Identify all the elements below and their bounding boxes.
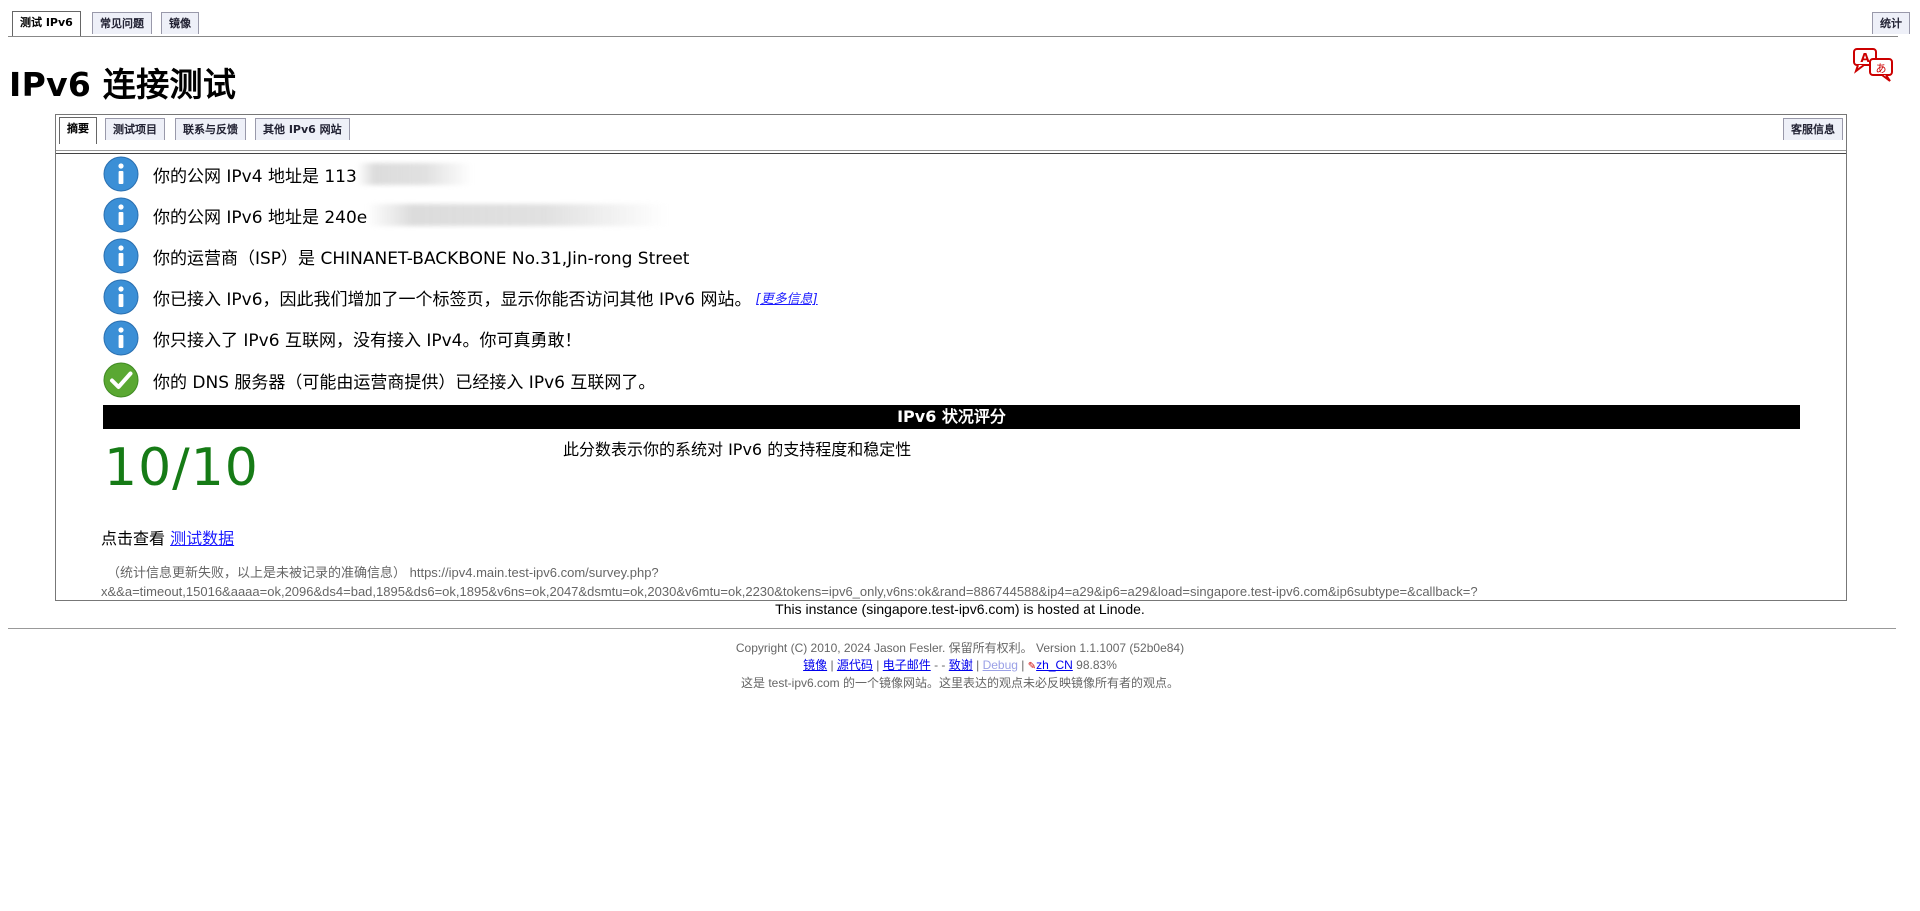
test-data-link[interactable]: 测试数据 [170,529,234,548]
tab-other-sites[interactable]: 其他 IPv6 网站 [255,118,350,140]
ipv6-address-message: 你的公网 IPv6 地址是 240e [103,197,668,233]
divider [8,628,1896,629]
hosted-by: This instance (singapore.test-ipv6.com) … [775,601,1145,617]
redacted-ipv4 [356,163,472,185]
copyright: Copyright (C) 2010, 2024 Jason Fesler. 保… [735,641,1185,655]
info-icon [103,197,139,233]
ipv6-only-text: 你只接入了 IPv6 互联网，没有接入 IPv4。你可真勇敢！ [153,330,582,351]
inner-tab-bar: 摘要 测试项目 联系与反馈 其他 IPv6 网站 客服信息 [56,115,1846,154]
survey-line-1: （统计信息更新失败，以上是未被记录的准确信息） https://ipv4.mai… [107,565,659,580]
ipv6-address-text: 你的公网 IPv6 地址是 240e [153,207,368,228]
svg-text:あ: あ [1876,62,1887,75]
ipv6-tab-message: 你已接入 IPv6，因此我们增加了一个标签页，显示你能否访问其他 IPv6 网站… [103,279,818,315]
tab-tests[interactable]: 测试项目 [105,118,165,140]
info-icon [103,156,139,192]
translate-icon[interactable]: A あ [1852,47,1896,83]
survey-line-2: x&&a=timeout,15016&aaaa=ok,2096&ds4=bad,… [101,584,1478,599]
source-link[interactable]: 源代码 [837,658,873,672]
top-tab-bar: 测试 IPv6 常见问题 镜像 统计 [8,8,1910,37]
tab-faq[interactable]: 常见问题 [92,12,152,34]
footer-links: 镜像 | 源代码 | 电子邮件 - - 致谢 | Debug | ✎zh_CN … [803,658,1117,672]
check-icon [103,362,139,398]
view-data-label: 点击查看 [101,529,171,548]
tab-summary[interactable]: 摘要 [59,117,97,144]
svg-text:A: A [1860,51,1870,65]
ipv4-address-message: 你的公网 IPv4 地址是 113 [103,156,472,192]
tab-contact[interactable]: 联系与反馈 [175,118,246,140]
isp-text: 你的运营商（ISP）是 CHINANET-BACKBONE No.31,Jin-… [153,248,690,269]
tab-test-ipv6[interactable]: 测试 IPv6 [12,11,81,36]
score-header: IPv6 状况评分 [103,405,1800,429]
mirror-disclaimer: 这是 test-ipv6.com 的一个镜像网站。这里表达的观点未必反映镜像所有… [740,676,1180,690]
score-description: 此分数表示你的系统对 IPv6 的支持程度和稳定性 [563,440,912,459]
isp-message: 你的运营商（ISP）是 CHINANET-BACKBONE No.31,Jin-… [103,238,689,274]
ipv6-only-message: 你只接入了 IPv6 互联网，没有接入 IPv4。你可真勇敢！ [103,320,582,356]
ipv6-tab-text: 你已接入 IPv6，因此我们增加了一个标签页，显示你能否访问其他 IPv6 网站… [153,289,752,310]
footer: Copyright (C) 2010, 2024 Jason Fesler. 保… [0,640,1920,692]
info-icon [103,279,139,315]
locale-percent: 98.83% [1076,658,1117,672]
info-icon [103,238,139,274]
view-data: 点击查看 测试数据 [101,525,234,549]
tab-help-desk[interactable]: 客服信息 [1783,118,1843,140]
score-value: 10/10 [104,438,259,498]
thanks-link[interactable]: 致谢 [949,658,973,672]
survey-info: （统计信息更新失败，以上是未被记录的准确信息） https://ipv4.mai… [101,563,1478,601]
more-info-link[interactable]: [更多信息] [756,288,818,307]
redacted-ipv6 [367,204,668,226]
flag-icon: ✎ [1027,661,1037,672]
tab-stats[interactable]: 统计 [1872,12,1910,34]
email-separator: - [930,658,942,672]
dns-message: 你的 DNS 服务器（可能由运营商提供）已经接入 IPv6 互联网了。 [103,362,655,398]
info-icon [103,320,139,356]
locale-link[interactable]: zh_CN [1036,658,1073,672]
page-title: IPv6 连接测试 [9,65,237,104]
tab-mirrors[interactable]: 镜像 [161,12,199,34]
debug-link[interactable]: Debug [983,658,1018,672]
email-link[interactable]: 电子邮件 [883,658,931,672]
dns-text: 你的 DNS 服务器（可能由运营商提供）已经接入 IPv6 互联网了。 [153,372,656,393]
ipv4-address-text: 你的公网 IPv4 地址是 113 [153,166,357,187]
mirrors-link[interactable]: 镜像 [803,658,827,672]
